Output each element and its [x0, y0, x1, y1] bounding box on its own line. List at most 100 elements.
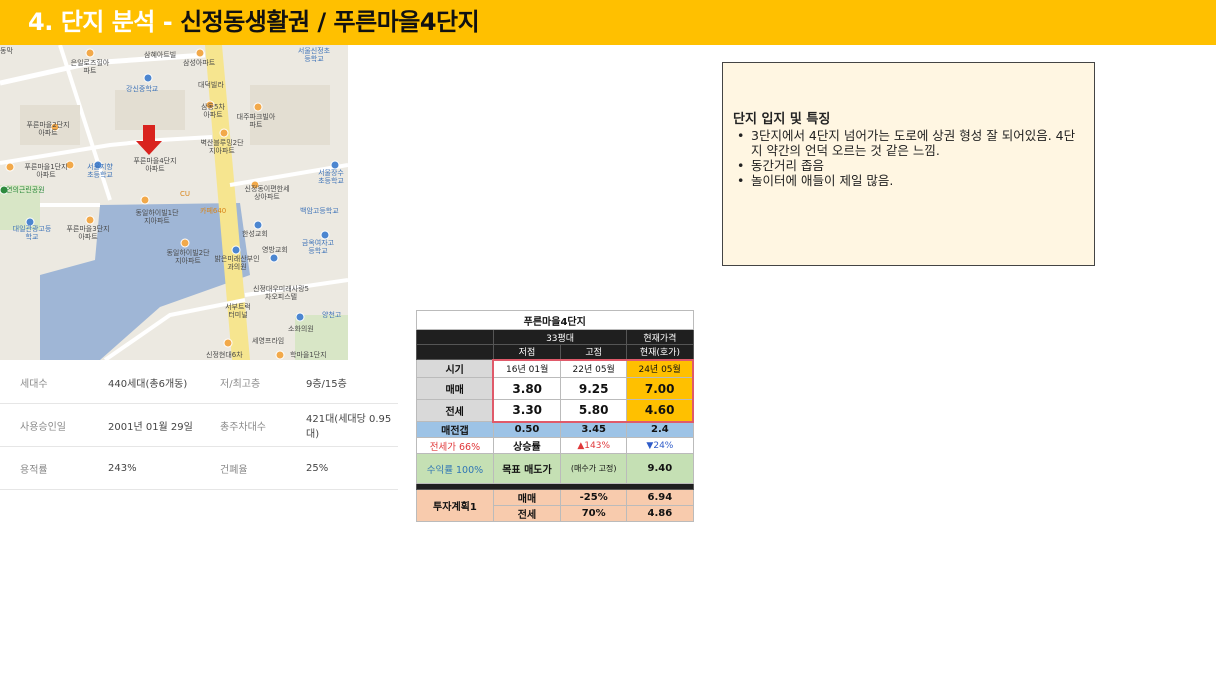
map-label: 신정동이편한세상아파트 — [244, 185, 290, 201]
map-label: 강신중학교 — [126, 85, 159, 93]
info-value: 9층/15층 — [306, 361, 398, 404]
map-label: 양천고 — [322, 311, 342, 319]
map-label: 푸른마을3단지아파트 — [66, 225, 110, 241]
map-label: 학마을1단지 — [290, 351, 327, 359]
section-number: 4. — [28, 8, 53, 36]
price-analysis-table: 푸른마을4단지 33평대 현재가격 저점 고점 현재(호가) 시기 16년 01… — [416, 310, 695, 522]
table-title: 푸른마을4단지 — [416, 310, 694, 330]
complex-info-table: 세대수 440세대(총6개동) 저/최고층 9층/15층 사용승인일 2001년… — [0, 361, 398, 490]
info-key: 저/최고층 — [220, 361, 306, 404]
info-value: 421대(세대당 0.95대) — [306, 403, 398, 447]
map-label: 밝은미래산부인과의원 — [214, 255, 260, 271]
jeonse-low: 3.30 — [492, 399, 562, 423]
table-row: 투자계획1 매매 -25% 6.94 — [416, 489, 694, 522]
target-label: 목표 매도가 — [492, 453, 562, 484]
rise-value: ▲143% — [560, 437, 628, 454]
gap-high: 3.45 — [560, 421, 628, 438]
info-value: 440세대(총6개동) — [108, 361, 220, 404]
map-label: 신정현대6차 — [206, 351, 243, 359]
yield-label: 수익률 100% — [416, 453, 494, 484]
map-label: 신정대우미래사랑5차오피스텔 — [253, 285, 309, 301]
map-label: 카페640 — [200, 207, 227, 215]
period-high: 22년 05월 — [560, 358, 628, 378]
notes-title: 단지 입지 및 특징 — [733, 112, 831, 127]
fall-value: ▼24% — [626, 437, 694, 454]
row-label: 매전갭 — [416, 421, 494, 438]
map-label: 백암고등학교 — [300, 207, 339, 215]
info-value: 243% — [108, 446, 220, 490]
map-base — [0, 45, 348, 360]
map-label: 푸른마을4단지아파트 — [133, 157, 177, 173]
target-value: 9.40 — [626, 453, 694, 484]
table-row: 매전갭 0.50 3.45 2.4 — [416, 421, 694, 438]
location-map[interactable]: 삼혜아트빌 삼성아파트 서울신정초등학교 은일로즈힐아파트 강신중학교 대덕빌라… — [0, 45, 348, 360]
location-notes-box: 단지 입지 및 특징 3단지에서 4단지 넘어가는 도로에 상권 형성 잘 되어… — [722, 62, 1095, 266]
table-row: 저점 고점 현재(호가) — [416, 344, 694, 360]
current-price-label: 현재가격 — [626, 329, 694, 345]
map-label: 푸른마을2단지아파트 — [26, 121, 70, 137]
map-label: 대덕빌라 — [198, 81, 224, 89]
row-label: 시기 — [416, 359, 494, 378]
table-row: 전세가 66% 상승률 ▲143% ▼24% — [416, 437, 694, 454]
target-note: (매수가 고정) — [560, 453, 628, 484]
table-row: 세대수 440세대(총6개동) 저/최고층 9층/15층 — [0, 361, 398, 404]
block — [115, 90, 185, 130]
map-label: 삼성아파트 — [183, 59, 216, 67]
sale-now: 7.00 — [626, 377, 695, 400]
info-key: 세대수 — [0, 361, 108, 404]
map-label: CU — [180, 190, 191, 198]
map-label: 한성교회 — [242, 230, 268, 238]
map-label: 서울신정초등학교 — [297, 47, 331, 63]
table-row: 사용승인일 2001년 01월 29일 총주차대수 421대(세대당 0.95대… — [0, 403, 398, 447]
plan-sale-pct: -25% — [560, 489, 628, 506]
sale-high: 9.25 — [560, 377, 628, 400]
info-value: 25% — [306, 446, 398, 490]
plan-label: 투자계획1 — [416, 489, 494, 522]
sale-low: 3.80 — [492, 377, 562, 400]
map-label: 금옥여자고등학교 — [301, 239, 335, 255]
title-bar: 4. 단지 분석 - 신정동생활권 / 푸른마을4단지 — [0, 0, 1216, 45]
plan-sale-value: 6.94 — [626, 489, 694, 506]
map-label: 소화의원 — [288, 325, 314, 333]
row-label: 전세 — [416, 399, 494, 422]
map-label: 서울지향초등학교 — [87, 163, 113, 179]
map-label: 삼혜아트빌 — [144, 51, 177, 59]
map-label: 동막 — [0, 47, 13, 55]
map-label: 영방교회 — [262, 246, 288, 254]
high-label: 고점 — [560, 344, 628, 360]
plan-jeonse-value: 4.86 — [626, 505, 694, 522]
size-label: 33평대 — [492, 329, 628, 345]
list-item: 3단지에서 4단지 넘어가는 도로에 상권 형성 잘 되어있음. 4단지 약간의… — [733, 128, 1084, 158]
jeonse-now: 4.60 — [626, 399, 695, 423]
map-label: 푸른마을1단지아파트 — [24, 163, 68, 179]
info-value: 2001년 01월 29일 — [108, 403, 220, 447]
row-label: 매매 — [492, 489, 562, 506]
map-label: 서부트럭터미널 — [225, 303, 251, 319]
info-key: 용적률 — [0, 446, 108, 490]
map-label: 동일하이빌1단지아파트 — [135, 209, 179, 225]
map-label: 서울장수초등학교 — [318, 169, 344, 185]
map-label: 삼동5차아파트 — [201, 103, 225, 119]
jeonse-high: 5.80 — [560, 399, 628, 423]
table-row: 수익률 100% 목표 매도가 (매수가 고정) 9.40 — [416, 453, 694, 484]
table-row: 전세 3.30 5.80 4.60 — [416, 399, 695, 423]
map-label: 대일관광고등학교 — [12, 225, 52, 241]
map-label: 은일로즈힐아파트 — [70, 59, 110, 75]
title-slash: / — [317, 8, 326, 36]
period-low: 16년 01월 — [492, 358, 562, 378]
table-row: 매매 3.80 9.25 7.00 — [416, 377, 695, 400]
gap-low: 0.50 — [492, 421, 562, 438]
now-label: 현재(호가) — [626, 344, 694, 360]
map-label: 동일하이빌2단지아파트 — [166, 249, 210, 265]
title-dash: - — [162, 8, 173, 36]
row-label: 상승률 — [492, 437, 562, 454]
info-key: 건폐율 — [220, 446, 306, 490]
map-label: 대주파크빌아파트 — [236, 113, 276, 129]
page-title: 4. 단지 분석 - 신정동생활권 / 푸른마을4단지 — [28, 7, 480, 37]
table-row: 33평대 현재가격 — [416, 329, 694, 345]
info-key: 총주차대수 — [220, 403, 306, 447]
plan-jeonse-pct: 70% — [560, 505, 628, 522]
list-item: 놀이터에 애들이 제일 많음. — [733, 173, 1084, 188]
list-item: 동간거리 좁음 — [733, 158, 1084, 173]
table-row: 용적률 243% 건폐율 25% — [0, 446, 398, 490]
